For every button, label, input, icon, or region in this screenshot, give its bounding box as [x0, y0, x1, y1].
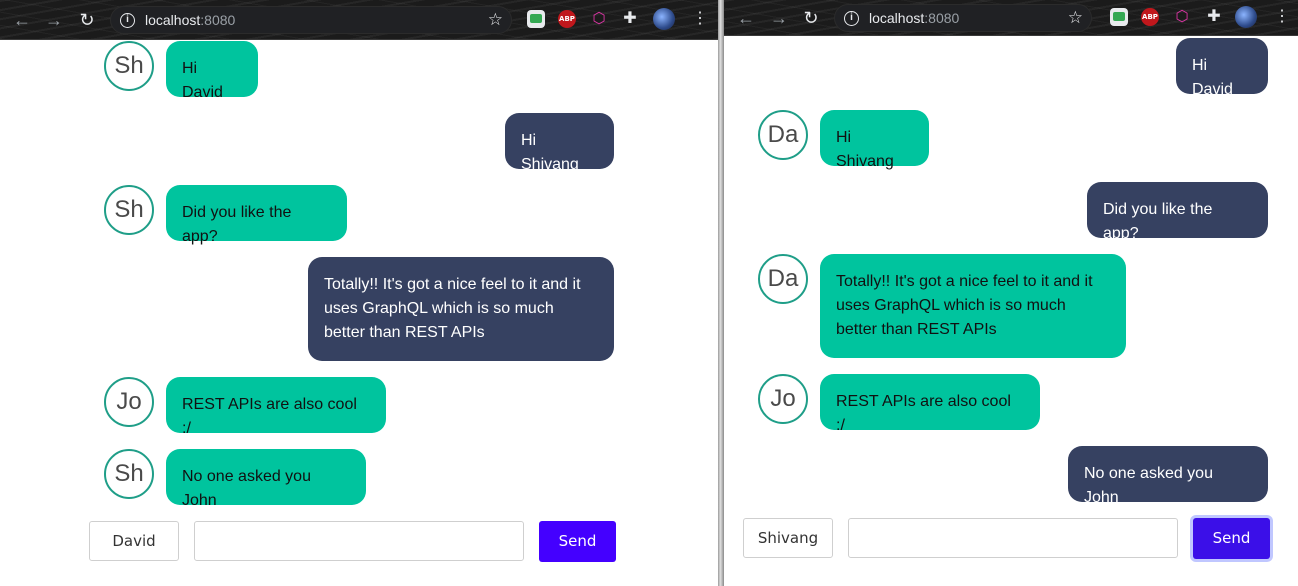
- right-browser-window: ← → ↻ i localhost:8080 ☆ ABP ⬡ ✚ ⋮ Hi Da…: [724, 0, 1298, 586]
- message-bubble-incoming: Totally!! It's got a nice feel to it and…: [820, 254, 1126, 358]
- graphql-extension-icon[interactable]: ⬡: [590, 10, 608, 28]
- message-bubble-incoming: REST APIs are also cool :/: [166, 377, 386, 437]
- avatar: Da: [758, 254, 808, 304]
- reload-icon[interactable]: ↻: [77, 10, 97, 30]
- info-icon[interactable]: i: [120, 13, 135, 28]
- send-button[interactable]: Send: [539, 521, 616, 562]
- avatar: Sh: [104, 449, 154, 499]
- avatar: Sh: [104, 41, 154, 91]
- adblock-icon[interactable]: ABP: [1141, 8, 1159, 26]
- avatar: Da: [758, 110, 808, 160]
- message-bubble-outgoing: Did you like the app?: [1087, 182, 1268, 242]
- mail-extension-icon[interactable]: [1110, 8, 1128, 26]
- message-bubble-incoming: REST APIs are also cool :/: [820, 374, 1040, 434]
- avatar: Jo: [104, 377, 154, 427]
- reload-icon[interactable]: ↻: [801, 8, 821, 28]
- forward-arrow-icon[interactable]: →: [769, 8, 789, 28]
- info-icon[interactable]: i: [844, 11, 859, 26]
- graphql-extension-icon[interactable]: ⬡: [1173, 8, 1191, 26]
- message-bubble-outgoing: Hi Shivang: [505, 113, 614, 173]
- browser-toolbar: ← → ↻ i localhost:8080 ☆ ABP ⬡ ✚ ⋮: [0, 0, 718, 40]
- back-arrow-icon[interactable]: ←: [736, 8, 756, 28]
- star-icon[interactable]: ☆: [1068, 8, 1083, 28]
- left-browser-window: ← → ↻ i localhost:8080 ☆ ABP ⬡ ✚ ⋮ Sh Hi…: [0, 0, 718, 586]
- star-icon[interactable]: ☆: [488, 10, 503, 30]
- avatar: Sh: [104, 185, 154, 235]
- desktop: ← → ↻ i localhost:8080 ☆ ABP ⬡ ✚ ⋮ Sh Hi…: [0, 0, 1298, 586]
- url-text: localhost:8080: [869, 10, 960, 26]
- message-input[interactable]: [194, 521, 524, 561]
- message-bubble-outgoing: No one asked you John: [1068, 446, 1268, 506]
- url-text: localhost:8080: [145, 12, 236, 28]
- browser-toolbar: ← → ↻ i localhost:8080 ☆ ABP ⬡ ✚ ⋮: [724, 0, 1298, 36]
- username-field[interactable]: Shivang: [743, 518, 833, 558]
- menu-kebab-icon[interactable]: ⋮: [692, 9, 708, 29]
- message-bubble-incoming: Did you like the app?: [166, 185, 347, 245]
- profile-avatar-icon[interactable]: [653, 8, 675, 30]
- message-bubble-incoming: Hi David: [166, 41, 258, 101]
- profile-avatar-icon[interactable]: [1235, 6, 1257, 28]
- message-input[interactable]: [848, 518, 1178, 558]
- message-bubble-outgoing: Totally!! It's got a nice feel to it and…: [308, 257, 614, 361]
- address-bar[interactable]: i localhost:8080 ☆: [110, 6, 512, 34]
- username-field[interactable]: David: [89, 521, 179, 561]
- menu-kebab-icon[interactable]: ⋮: [1274, 7, 1290, 27]
- avatar: Jo: [758, 374, 808, 424]
- message-bubble-outgoing: Hi David: [1176, 38, 1268, 98]
- message-bubble-incoming: No one asked you John: [166, 449, 366, 509]
- mail-extension-icon[interactable]: [527, 10, 545, 28]
- adblock-icon[interactable]: ABP: [558, 10, 576, 28]
- address-bar[interactable]: i localhost:8080 ☆: [834, 4, 1092, 32]
- forward-arrow-icon[interactable]: →: [44, 10, 64, 30]
- extensions-puzzle-icon[interactable]: ✚: [1205, 8, 1223, 26]
- message-bubble-incoming: Hi Shivang: [820, 110, 929, 170]
- send-button[interactable]: Send: [1193, 518, 1270, 559]
- extensions-puzzle-icon[interactable]: ✚: [621, 10, 639, 28]
- back-arrow-icon[interactable]: ←: [12, 10, 32, 30]
